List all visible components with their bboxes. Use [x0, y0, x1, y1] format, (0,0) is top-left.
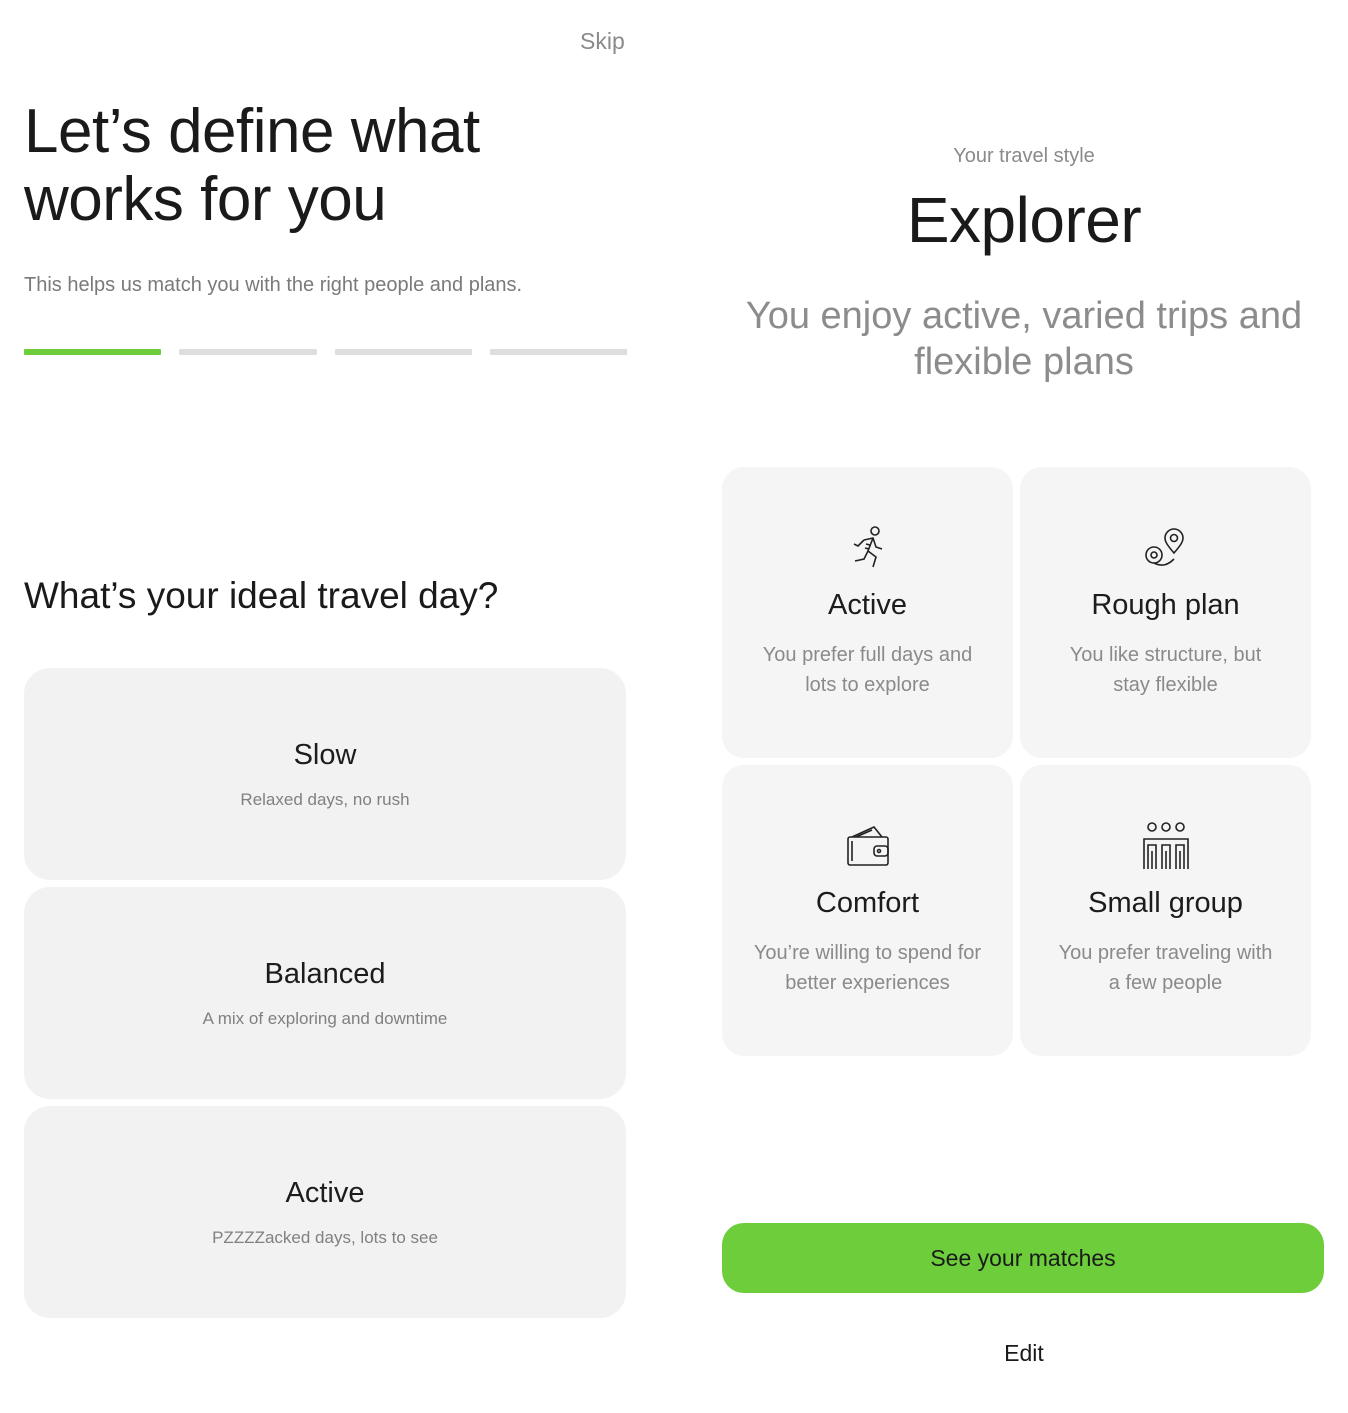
route-pin-icon [1140, 523, 1192, 575]
option-active[interactable]: Active PZZZZacked days, lots to see [24, 1106, 626, 1318]
trait-card-active: Active You prefer full days and lots to … [722, 467, 1013, 758]
group-people-icon [1140, 821, 1192, 873]
option-description: PZZZZacked days, lots to see [212, 1227, 438, 1247]
trait-card-small-group: Small group You prefer traveling with a … [1020, 765, 1311, 1056]
option-description: Relaxed days, no rush [240, 789, 410, 809]
question-heading: What’s your ideal travel day? [24, 575, 499, 616]
trait-title: Rough plan [1091, 589, 1240, 621]
option-title: Slow [293, 738, 357, 771]
page-title: Let’s define what works for you [24, 97, 480, 234]
progress-step-2 [179, 349, 317, 355]
trait-description: You’re willing to spend for better exper… [753, 942, 982, 994]
option-slow[interactable]: Slow Relaxed days, no rush [24, 668, 626, 880]
trait-description: You prefer traveling with a few people [1058, 942, 1273, 994]
option-balanced[interactable]: Balanced A mix of exploring and downtime [24, 887, 626, 1099]
travel-style-description: You enjoy active, varied trips and flexi… [745, 295, 1303, 383]
trait-title: Comfort [815, 887, 920, 919]
running-person-icon [842, 523, 894, 575]
progress-indicator [24, 349, 627, 355]
trait-title: Small group [1088, 887, 1243, 919]
progress-step-1 [24, 349, 162, 355]
trait-description: You like structure, but stay flexible [1069, 644, 1262, 696]
onboarding-screen: Skip Let’s define what works for you Thi… [0, 0, 650, 1413]
edit-button[interactable]: Edit [700, 1340, 1348, 1367]
see-matches-button[interactable]: See your matches [722, 1223, 1324, 1293]
page-subtitle: This helps us match you with the right p… [24, 274, 523, 296]
trait-card-rough-plan: Rough plan You like structure, but stay … [1020, 467, 1311, 758]
option-list: Slow Relaxed days, no rush Balanced A mi… [24, 668, 626, 1325]
trait-grid: Active You prefer full days and lots to … [722, 467, 1312, 1056]
trait-card-comfort: Comfort You’re willing to spend for bett… [722, 765, 1013, 1056]
option-description: A mix of exploring and downtime [202, 1008, 448, 1028]
result-eyebrow: Your travel style [953, 145, 1095, 167]
page: Skip Let’s define what works for you Thi… [0, 0, 1348, 1413]
progress-step-4 [489, 349, 627, 355]
progress-step-3 [334, 349, 472, 355]
trait-title: Active [828, 589, 907, 621]
trait-description: You prefer full days and lots to explore [762, 644, 973, 696]
option-title: Active [285, 1176, 365, 1209]
wallet-icon [842, 821, 894, 873]
result-screen: Your travel style Explorer You enjoy act… [700, 0, 1348, 1413]
travel-style-name: Explorer [906, 184, 1142, 256]
option-title: Balanced [264, 957, 386, 990]
skip-button[interactable]: Skip [580, 28, 625, 55]
